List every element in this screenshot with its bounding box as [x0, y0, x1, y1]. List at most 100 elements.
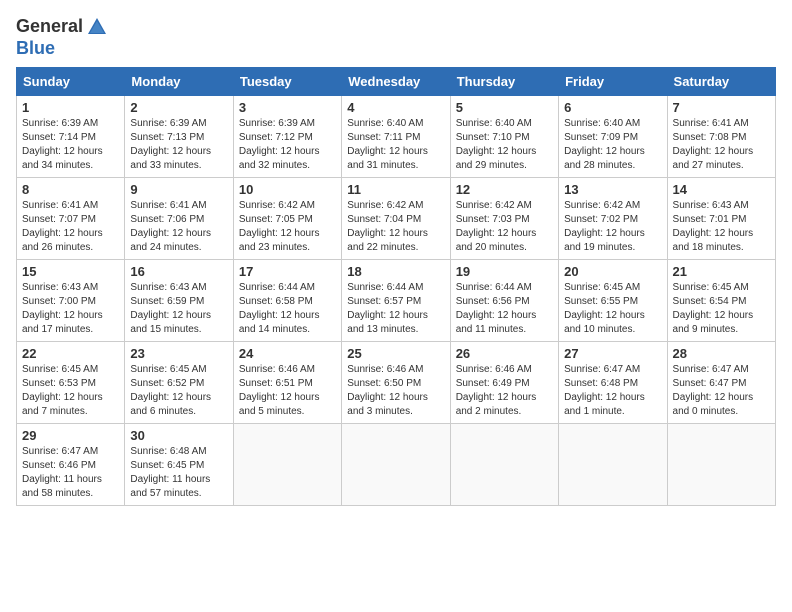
- day-of-week-header: Sunday: [17, 67, 125, 95]
- day-info: Sunrise: 6:41 AMSunset: 7:08 PMDaylight:…: [673, 117, 770, 173]
- calendar-week-row: 29 Sunrise: 6:47 AMSunset: 6:46 PMDayligh…: [17, 423, 776, 505]
- day-number: 16: [130, 264, 227, 279]
- day-number: 3: [239, 100, 336, 115]
- logo-general-text: General: [16, 16, 108, 38]
- day-info: Sunrise: 6:48 AMSunset: 6:45 PMDaylight:…: [130, 445, 227, 501]
- page-header: General Blue: [16, 16, 776, 59]
- calendar-cell: 20 Sunrise: 6:45 AMSunset: 6:55 PMDayligh…: [559, 259, 667, 341]
- day-info: Sunrise: 6:40 AMSunset: 7:11 PMDaylight:…: [347, 117, 444, 173]
- day-info: Sunrise: 6:44 AMSunset: 6:57 PMDaylight:…: [347, 281, 444, 337]
- calendar-cell: 29 Sunrise: 6:47 AMSunset: 6:46 PMDayligh…: [17, 423, 125, 505]
- calendar-cell: 2Sunrise: 6:39 AMSunset: 7:13 PMDaylight…: [125, 95, 233, 177]
- day-info: Sunrise: 6:40 AMSunset: 7:09 PMDaylight:…: [564, 117, 661, 173]
- day-of-week-header: Thursday: [450, 67, 558, 95]
- day-info: Sunrise: 6:45 AMSunset: 6:55 PMDaylight:…: [564, 281, 661, 337]
- calendar-cell: 7 Sunrise: 6:41 AMSunset: 7:08 PMDaylight…: [667, 95, 775, 177]
- day-number: 12: [456, 182, 553, 197]
- calendar-cell: 10 Sunrise: 6:42 AMSunset: 7:05 PMDayligh…: [233, 177, 341, 259]
- day-number: 2: [130, 100, 227, 115]
- logo-blue-text: Blue: [16, 38, 108, 59]
- day-number: 10: [239, 182, 336, 197]
- day-info: Sunrise: 6:41 AMSunset: 7:06 PMDaylight:…: [130, 199, 227, 255]
- day-number: 20: [564, 264, 661, 279]
- calendar-week-row: 8 Sunrise: 6:41 AMSunset: 7:07 PMDaylight…: [17, 177, 776, 259]
- day-info: Sunrise: 6:47 AMSunset: 6:46 PMDaylight:…: [22, 445, 119, 501]
- day-number: 15: [22, 264, 119, 279]
- calendar-cell: 26 Sunrise: 6:46 AMSunset: 6:49 PMDayligh…: [450, 341, 558, 423]
- calendar-cell: [342, 423, 450, 505]
- day-info: Sunrise: 6:47 AMSunset: 6:48 PMDaylight:…: [564, 363, 661, 419]
- day-number: 27: [564, 346, 661, 361]
- calendar-cell: 12 Sunrise: 6:42 AMSunset: 7:03 PMDayligh…: [450, 177, 558, 259]
- day-number: 26: [456, 346, 553, 361]
- day-of-week-header: Tuesday: [233, 67, 341, 95]
- day-number: 25: [347, 346, 444, 361]
- calendar-cell: 11 Sunrise: 6:42 AMSunset: 7:04 PMDayligh…: [342, 177, 450, 259]
- day-info: Sunrise: 6:43 AMSunset: 6:59 PMDaylight:…: [130, 281, 227, 337]
- calendar-cell: 9 Sunrise: 6:41 AMSunset: 7:06 PMDaylight…: [125, 177, 233, 259]
- calendar-cell: 6 Sunrise: 6:40 AMSunset: 7:09 PMDaylight…: [559, 95, 667, 177]
- calendar-cell: [450, 423, 558, 505]
- day-number: 1: [22, 100, 119, 115]
- day-info: Sunrise: 6:42 AMSunset: 7:05 PMDaylight:…: [239, 199, 336, 255]
- day-number: 21: [673, 264, 770, 279]
- day-info: Sunrise: 6:42 AMSunset: 7:04 PMDaylight:…: [347, 199, 444, 255]
- day-number: 24: [239, 346, 336, 361]
- day-number: 23: [130, 346, 227, 361]
- day-info: Sunrise: 6:45 AMSunset: 6:53 PMDaylight:…: [22, 363, 119, 419]
- day-info: Sunrise: 6:44 AMSunset: 6:58 PMDaylight:…: [239, 281, 336, 337]
- day-info: Sunrise: 6:39 AMSunset: 7:14 PMDaylight:…: [22, 117, 119, 173]
- day-info: Sunrise: 6:44 AMSunset: 6:56 PMDaylight:…: [456, 281, 553, 337]
- calendar-header: SundayMondayTuesdayWednesdayThursdayFrid…: [17, 67, 776, 95]
- day-number: 6: [564, 100, 661, 115]
- day-info: Sunrise: 6:39 AMSunset: 7:12 PMDaylight:…: [239, 117, 336, 173]
- calendar-cell: 3 Sunrise: 6:39 AMSunset: 7:12 PMDaylight…: [233, 95, 341, 177]
- day-number: 29: [22, 428, 119, 443]
- calendar-table: SundayMondayTuesdayWednesdayThursdayFrid…: [16, 67, 776, 506]
- day-of-week-header: Monday: [125, 67, 233, 95]
- calendar-cell: [559, 423, 667, 505]
- logo: General Blue: [16, 16, 108, 59]
- calendar-cell: 28 Sunrise: 6:47 AMSunset: 6:47 PMDayligh…: [667, 341, 775, 423]
- calendar-cell: [233, 423, 341, 505]
- calendar-week-row: 1 Sunrise: 6:39 AMSunset: 7:14 PMDaylight…: [17, 95, 776, 177]
- day-info: Sunrise: 6:42 AMSunset: 7:03 PMDaylight:…: [456, 199, 553, 255]
- day-number: 22: [22, 346, 119, 361]
- calendar-cell: 23 Sunrise: 6:45 AMSunset: 6:52 PMDayligh…: [125, 341, 233, 423]
- day-number: 28: [673, 346, 770, 361]
- day-number: 18: [347, 264, 444, 279]
- calendar-cell: 4 Sunrise: 6:40 AMSunset: 7:11 PMDaylight…: [342, 95, 450, 177]
- day-info: Sunrise: 6:45 AMSunset: 6:52 PMDaylight:…: [130, 363, 227, 419]
- day-number: 5: [456, 100, 553, 115]
- day-number: 7: [673, 100, 770, 115]
- day-info: Sunrise: 6:47 AMSunset: 6:47 PMDaylight:…: [673, 363, 770, 419]
- calendar-cell: 8 Sunrise: 6:41 AMSunset: 7:07 PMDaylight…: [17, 177, 125, 259]
- day-info: Sunrise: 6:43 AMSunset: 7:01 PMDaylight:…: [673, 199, 770, 255]
- day-number: 13: [564, 182, 661, 197]
- day-of-week-header: Wednesday: [342, 67, 450, 95]
- day-number: 9: [130, 182, 227, 197]
- calendar-cell: 5Sunrise: 6:40 AMSunset: 7:10 PMDaylight…: [450, 95, 558, 177]
- calendar-cell: 17 Sunrise: 6:44 AMSunset: 6:58 PMDayligh…: [233, 259, 341, 341]
- calendar-cell: 16 Sunrise: 6:43 AMSunset: 6:59 PMDayligh…: [125, 259, 233, 341]
- day-number: 14: [673, 182, 770, 197]
- day-of-week-header: Saturday: [667, 67, 775, 95]
- day-number: 17: [239, 264, 336, 279]
- calendar-cell: 14 Sunrise: 6:43 AMSunset: 7:01 PMDayligh…: [667, 177, 775, 259]
- day-info: Sunrise: 6:43 AMSunset: 7:00 PMDaylight:…: [22, 281, 119, 337]
- day-info: Sunrise: 6:41 AMSunset: 7:07 PMDaylight:…: [22, 199, 119, 255]
- calendar-cell: 27 Sunrise: 6:47 AMSunset: 6:48 PMDayligh…: [559, 341, 667, 423]
- day-number: 19: [456, 264, 553, 279]
- calendar-week-row: 15 Sunrise: 6:43 AMSunset: 7:00 PMDayligh…: [17, 259, 776, 341]
- calendar-cell: 21Sunrise: 6:45 AMSunset: 6:54 PMDayligh…: [667, 259, 775, 341]
- calendar-week-row: 22 Sunrise: 6:45 AMSunset: 6:53 PMDayligh…: [17, 341, 776, 423]
- calendar-cell: 24Sunrise: 6:46 AMSunset: 6:51 PMDayligh…: [233, 341, 341, 423]
- day-info: Sunrise: 6:46 AMSunset: 6:49 PMDaylight:…: [456, 363, 553, 419]
- day-number: 8: [22, 182, 119, 197]
- calendar-cell: 25Sunrise: 6:46 AMSunset: 6:50 PMDayligh…: [342, 341, 450, 423]
- calendar-cell: 19 Sunrise: 6:44 AMSunset: 6:56 PMDayligh…: [450, 259, 558, 341]
- day-of-week-header: Friday: [559, 67, 667, 95]
- calendar-cell: 1 Sunrise: 6:39 AMSunset: 7:14 PMDaylight…: [17, 95, 125, 177]
- day-number: 4: [347, 100, 444, 115]
- day-number: 11: [347, 182, 444, 197]
